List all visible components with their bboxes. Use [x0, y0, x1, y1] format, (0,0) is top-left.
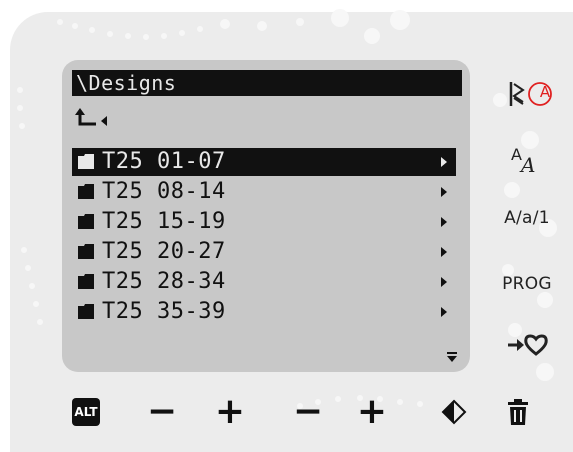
- list-item[interactable]: T25 28-34: [72, 268, 456, 296]
- folder-nav-row: [74, 104, 154, 130]
- list-item[interactable]: T25 20-27: [72, 238, 456, 266]
- left-arrow-icon[interactable]: [100, 116, 108, 126]
- plus-button-1[interactable]: +: [212, 392, 248, 432]
- alt-button[interactable]: ALT: [68, 392, 104, 432]
- list-item-label: T25 35-39: [102, 299, 226, 324]
- program-button[interactable]: PROG: [492, 262, 562, 306]
- mirror-icon: [441, 399, 467, 425]
- list-item[interactable]: T25 08-14: [72, 178, 456, 206]
- stitch-menu-button[interactable]: A: [492, 72, 562, 116]
- font-script-icon: A A: [511, 145, 535, 177]
- plus-button-2[interactable]: +: [354, 392, 390, 432]
- list-item[interactable]: T25 35-39: [72, 298, 456, 326]
- folder-icon: [78, 304, 94, 319]
- folder-icon: [78, 244, 94, 259]
- font-menu-button[interactable]: A A: [492, 136, 562, 180]
- lcd-screen: \Designs T25 01-07 T25 08-14 T25 15-19 T…: [62, 60, 470, 372]
- folder-icon: [78, 214, 94, 229]
- right-arrow-icon: [441, 157, 447, 167]
- trash-icon: [508, 399, 528, 425]
- list-item-label: T25 28-34: [102, 269, 226, 294]
- right-arrow-icon: [441, 187, 447, 197]
- folder-icon: [78, 184, 94, 199]
- delete-button[interactable]: [500, 392, 536, 432]
- list-item[interactable]: T25 15-19: [72, 208, 456, 236]
- case-toggle-button[interactable]: A/a/1: [492, 196, 562, 240]
- svg-text:A: A: [519, 153, 535, 177]
- path-separator: \: [76, 71, 89, 95]
- save-to-favorites-button[interactable]: [492, 322, 562, 366]
- minus-button-2[interactable]: −: [290, 392, 326, 432]
- alt-label: ALT: [72, 398, 100, 426]
- right-arrow-icon: [441, 217, 447, 227]
- breadcrumb-bar: \Designs: [72, 70, 462, 96]
- list-item-label: T25 01-07: [102, 149, 226, 174]
- folder-icon: [78, 274, 94, 289]
- folder-icon: [78, 154, 94, 169]
- save-to-favorites-icon: [508, 334, 548, 356]
- right-arrow-icon: [441, 247, 447, 257]
- marker-label: A: [539, 83, 551, 101]
- page-title: Designs: [88, 71, 177, 95]
- minus-button-1[interactable]: −: [144, 392, 180, 432]
- mirror-button[interactable]: [436, 392, 472, 432]
- right-arrow-icon: [441, 277, 447, 287]
- list-item-label: T25 08-14: [102, 179, 226, 204]
- list-item-label: T25 15-19: [102, 209, 226, 234]
- scroll-down-icon[interactable]: [446, 352, 458, 362]
- list-item[interactable]: T25 01-07: [72, 148, 456, 176]
- right-arrow-icon: [441, 307, 447, 317]
- list-item-label: T25 20-27: [102, 239, 226, 264]
